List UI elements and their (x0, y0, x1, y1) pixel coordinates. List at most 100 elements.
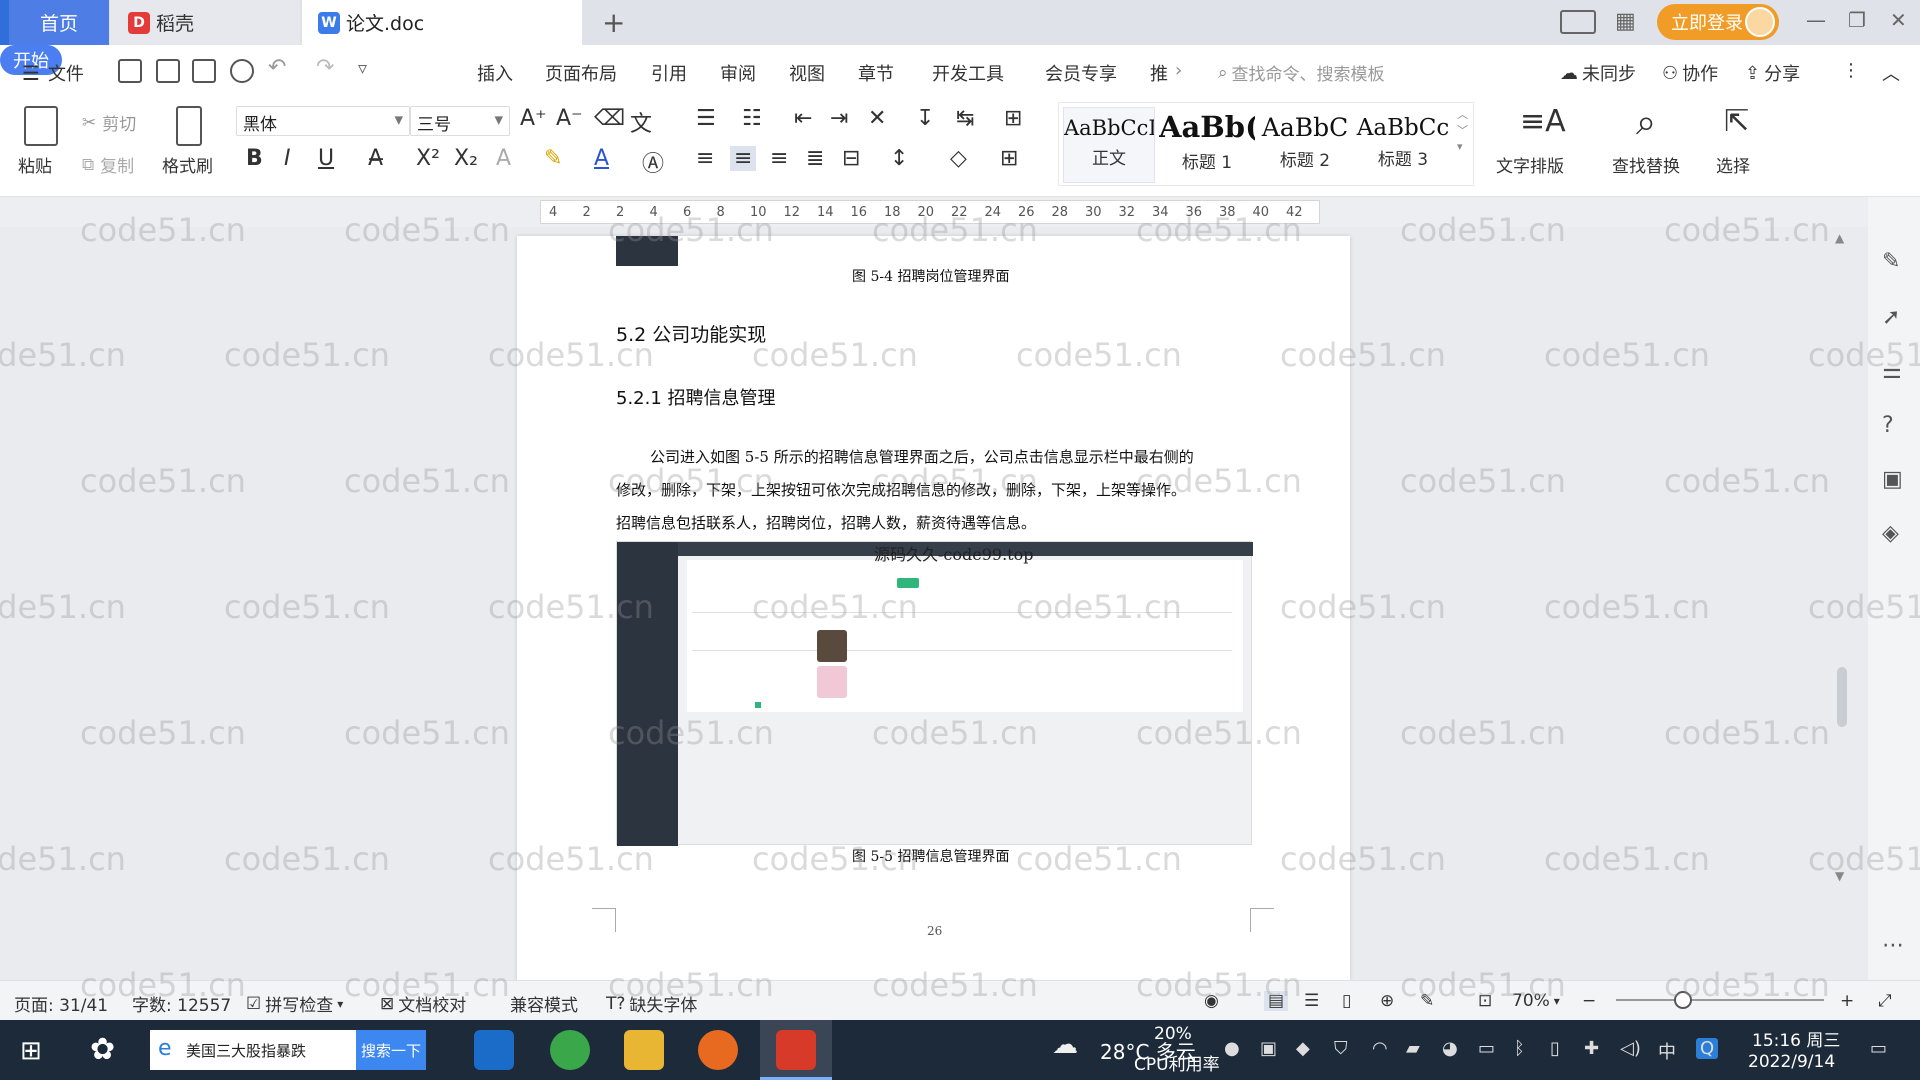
close-icon[interactable]: ✕ (1890, 8, 1907, 32)
media-app-icon[interactable] (698, 1030, 738, 1070)
command-search[interactable]: ⌕ 查找命令、搜索模板 (1218, 60, 1385, 86)
clear-format-icon[interactable]: ⌫ (594, 106, 625, 131)
input-method-icon[interactable]: Q (1696, 1038, 1719, 1059)
doc-check-button[interactable]: ⊠ 文档校对 (380, 991, 466, 1017)
weather-cloud-icon[interactable]: ☁ (1052, 1030, 1078, 1060)
apps-grid-icon[interactable]: ▦ (1615, 9, 1636, 34)
zoom-select[interactable]: 70% ▾ (1512, 991, 1560, 1011)
file-explorer-icon[interactable] (624, 1030, 664, 1070)
outline-view-icon[interactable]: ☰ (1304, 991, 1319, 1011)
copy-button[interactable]: ⧉ 复制 (82, 152, 134, 178)
missing-font-button[interactable]: T? 缺失字体 (606, 991, 697, 1017)
menu-dev-tools[interactable]: 开发工具 (932, 60, 1004, 86)
page-view-icon[interactable]: ▤ (1264, 991, 1289, 1011)
new-tab-button[interactable]: + (602, 6, 625, 39)
scroll-thumb[interactable] (1837, 667, 1847, 727)
paste-icon[interactable] (24, 106, 58, 146)
text-layout-icon[interactable]: ≡A (1520, 104, 1566, 139)
menu-review[interactable]: 审阅 (720, 60, 756, 86)
horizontal-ruler[interactable]: 4 2 2 4 6 8 10 12 14 16 18 20 22 24 26 28 30 32 34 36 38 40 42 (540, 200, 1320, 224)
pen-icon[interactable]: ✎ (1882, 249, 1906, 274)
underline-icon[interactable]: U (318, 146, 334, 171)
collapse-ribbon-icon[interactable]: ︿ (1882, 60, 1900, 86)
char-border-icon[interactable]: Ⓐ (642, 146, 664, 178)
select-button[interactable]: 选择 (1716, 152, 1750, 177)
sync-status[interactable]: ☁ 未同步 (1560, 60, 1636, 86)
grow-font-icon[interactable]: A⁺ (520, 106, 547, 131)
menu-member[interactable]: 会员专享 (1045, 60, 1117, 86)
italic-icon[interactable]: I (284, 146, 291, 171)
sort-icon[interactable]: ↧ (916, 106, 934, 131)
collab-button[interactable]: ⚇ 协作 (1662, 60, 1718, 86)
layout-icon[interactable] (1560, 10, 1596, 34)
font-size-select[interactable]: 三号 ▾ (410, 106, 510, 136)
style-gallery-scroll-icon[interactable]: ︿ ﹀ ▾ (1457, 107, 1468, 155)
image-icon[interactable]: ▣ (1882, 467, 1906, 492)
bluetooth-icon[interactable]: ᛒ (1514, 1038, 1525, 1059)
tray-green-icon[interactable]: ✚ (1584, 1038, 1599, 1059)
tray-shield-icon[interactable]: ⛉ (1334, 1038, 1348, 1059)
sliders-icon[interactable]: ⚌ (1882, 359, 1906, 384)
shrink-font-icon[interactable]: A⁻ (556, 106, 583, 131)
distribute-icon[interactable]: ⊟ (842, 146, 860, 171)
page-indicator[interactable]: 页面: 31/41 (14, 991, 108, 1016)
minimize-icon[interactable]: — (1806, 8, 1826, 32)
zoom-slider[interactable] (1616, 999, 1824, 1001)
pointer-icon[interactable]: ➚ (1882, 305, 1906, 330)
superscript-icon[interactable]: X² (416, 146, 440, 171)
reading-view-icon[interactable]: ▯ (1342, 991, 1351, 1011)
font-color-icon[interactable]: A (594, 146, 609, 171)
fit-page-icon[interactable]: ⊡ (1478, 991, 1492, 1011)
clock-time[interactable]: 15:16 周三 (1752, 1026, 1840, 1051)
ie-browser-icon[interactable] (474, 1030, 514, 1070)
tray-app2-icon[interactable]: ◆ (1296, 1038, 1310, 1059)
undo-icon[interactable]: ↶ (268, 55, 286, 80)
fullscreen-icon[interactable]: ⤢ (1878, 991, 1892, 1011)
vertical-scrollbar[interactable]: ▲ ▼ (1833, 227, 1851, 967)
tab-daoke[interactable]: D 稻壳 (110, 0, 300, 45)
restore-icon[interactable]: ❐ (1848, 8, 1866, 32)
eye-protect-icon[interactable]: ◉ (1204, 991, 1219, 1011)
taskbar-search-box[interactable]: e 美国三大股指暴跌 (150, 1030, 356, 1070)
qq-icon[interactable]: ◕ (1442, 1038, 1458, 1059)
redo-icon[interactable]: ↷ (316, 55, 334, 80)
app-pinwheel-icon[interactable]: ✿ (90, 1032, 115, 1067)
line-spacing-icon[interactable]: ↕ (890, 146, 908, 171)
quick-access-dropdown-icon[interactable]: ▿ (358, 58, 367, 79)
export-icon[interactable] (156, 59, 180, 83)
word-count[interactable]: 字数: 12557 (132, 991, 231, 1016)
shading-icon[interactable]: ◇ (950, 146, 967, 171)
battery-icon[interactable]: ▭ (1478, 1038, 1495, 1059)
scroll-up-icon[interactable]: ▲ (1835, 231, 1844, 245)
write-mode-icon[interactable]: ✎ (1420, 991, 1434, 1011)
show-marks-icon[interactable]: ↹ (956, 106, 974, 131)
green-app-icon[interactable] (550, 1030, 590, 1070)
menu-view[interactable]: 视图 (789, 60, 825, 86)
spell-check-button[interactable]: ☑ 拼写检查 ▾ (246, 991, 343, 1017)
find-replace-button[interactable]: 查找替换 (1612, 152, 1680, 177)
scroll-down-icon[interactable]: ▼ (1835, 869, 1844, 883)
taskbar-search-button[interactable]: 搜索一下 (356, 1030, 426, 1070)
brush-icon[interactable] (176, 106, 202, 146)
subscript-icon[interactable]: X₂ (454, 146, 478, 171)
text-layout-button[interactable]: 文字排版 (1496, 152, 1564, 177)
cursor-icon[interactable]: ⇱ (1724, 104, 1749, 139)
file-menu[interactable]: ☰ 文件 (22, 60, 84, 86)
justify-icon[interactable]: ≣ (806, 146, 824, 171)
windows-start-icon[interactable]: ⊞ (20, 1036, 42, 1066)
numbering-icon[interactable]: ☷ (742, 106, 762, 131)
tray-app-icon[interactable]: ● (1224, 1038, 1240, 1059)
align-center-icon[interactable]: ≡ (730, 146, 757, 171)
menu-page-layout[interactable]: 页面布局 (545, 60, 617, 86)
style-heading3[interactable]: AaBbCc 标题 3 (1355, 107, 1451, 183)
paste-button[interactable]: 粘贴 (18, 152, 52, 177)
wifi-icon[interactable]: ◠ (1372, 1038, 1388, 1059)
menu-insert[interactable]: 插入 (477, 60, 513, 86)
help-icon[interactable]: ? (1882, 413, 1906, 438)
bold-icon[interactable]: B (246, 146, 263, 171)
save-icon[interactable] (118, 59, 142, 83)
menu-scroll-right-icon[interactable]: › (1175, 60, 1182, 81)
web-view-icon[interactable]: ⊕ (1380, 991, 1394, 1011)
preview-icon[interactable] (230, 59, 254, 83)
zoom-in-icon[interactable]: + (1840, 991, 1854, 1011)
